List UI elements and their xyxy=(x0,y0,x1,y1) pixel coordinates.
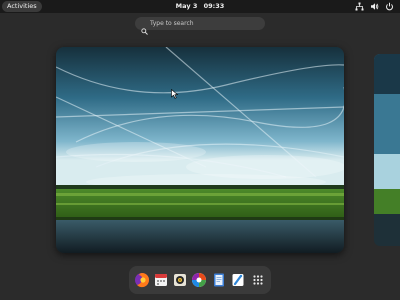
volume-icon[interactable] xyxy=(370,2,379,11)
desktop-wallpaper-next xyxy=(374,54,400,246)
help-icon[interactable] xyxy=(230,272,246,288)
search-input[interactable] xyxy=(150,17,260,30)
search-icon xyxy=(141,20,148,39)
software-center-icon[interactable] xyxy=(191,272,207,288)
firefox-icon[interactable] xyxy=(134,272,150,288)
text-editor-icon[interactable] xyxy=(211,272,227,288)
rhythmbox-icon[interactable] xyxy=(172,272,188,288)
search-bar[interactable] xyxy=(135,17,265,35)
top-bar: Activities May 3 09:33 xyxy=(0,0,400,13)
clock-time: 09:33 xyxy=(203,2,225,10)
system-tray[interactable] xyxy=(355,2,394,11)
power-icon[interactable] xyxy=(385,2,394,11)
mouse-pointer-icon xyxy=(171,89,179,99)
app-grid-icon[interactable] xyxy=(250,272,266,288)
network-icon[interactable] xyxy=(355,2,364,11)
clock-button[interactable]: May 3 09:33 xyxy=(0,1,400,12)
workspace-thumbnail-next[interactable] xyxy=(374,54,400,246)
clock-date: May 3 xyxy=(175,2,198,10)
calendar-icon[interactable] xyxy=(153,272,169,288)
dock xyxy=(129,266,271,294)
desktop-wallpaper xyxy=(56,47,344,253)
workspace-thumbnail-current[interactable] xyxy=(56,47,344,253)
